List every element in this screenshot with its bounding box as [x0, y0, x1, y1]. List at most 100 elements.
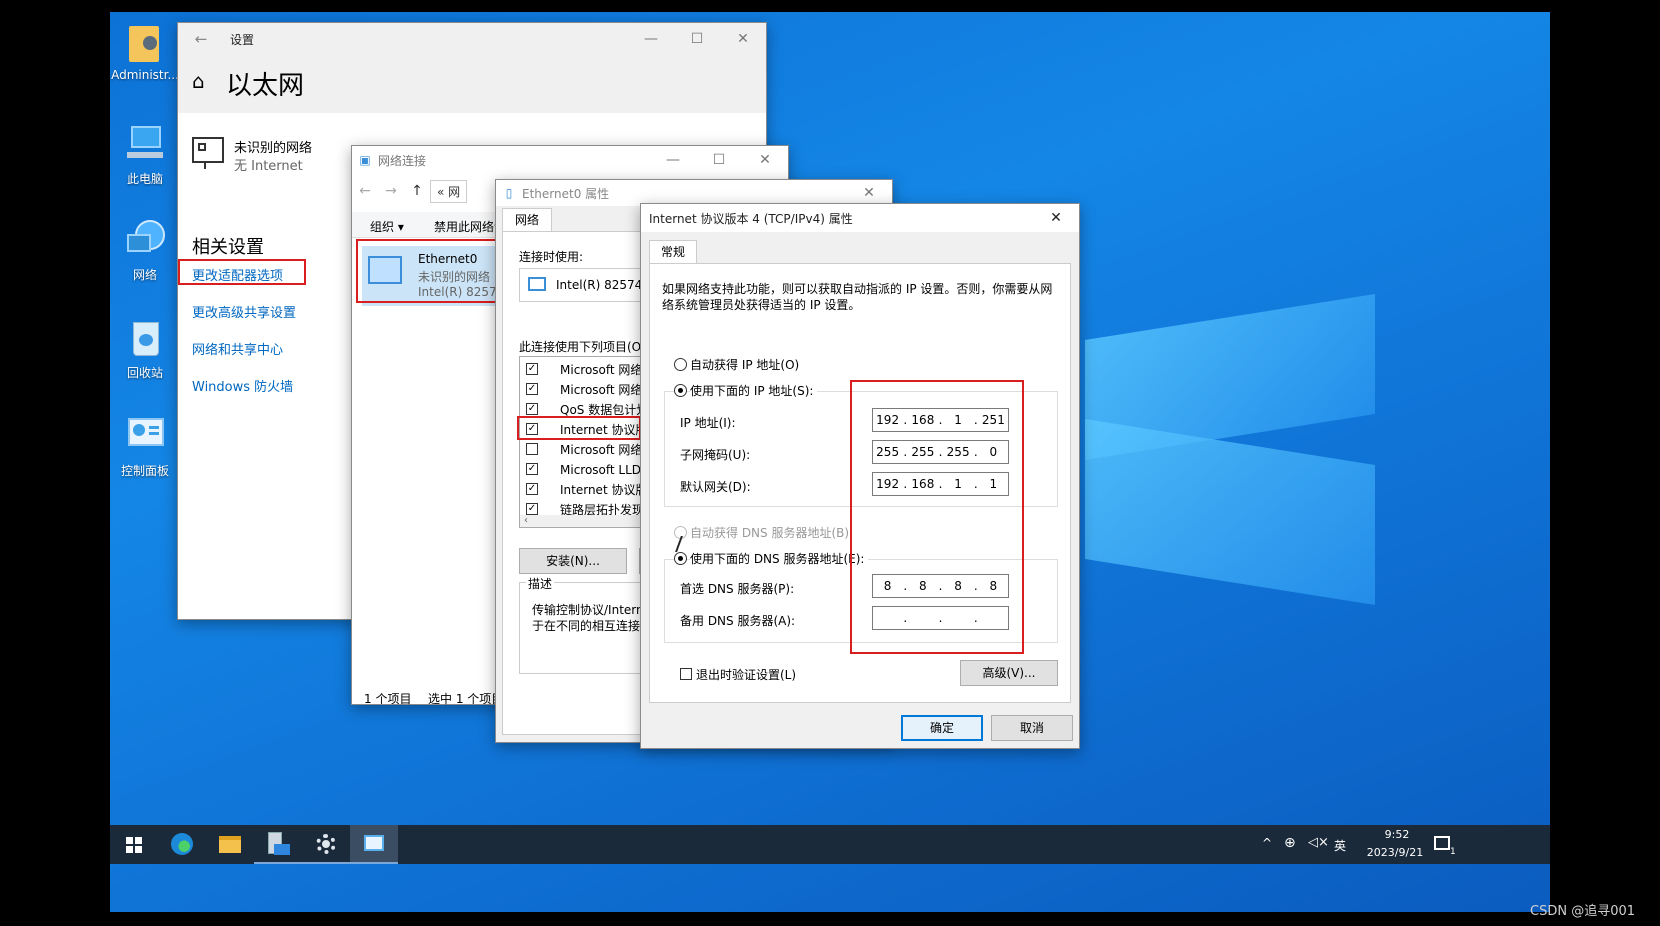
link-advanced-sharing[interactable]: 更改高级共享设置	[192, 302, 296, 321]
home-icon[interactable]: ⌂	[192, 69, 205, 93]
eth-props-window-title: Ethernet0 属性	[522, 186, 610, 201]
desktop-icon-label: 此电脑	[126, 172, 163, 186]
settings-header: ⌂ 以太网	[178, 55, 766, 113]
close-icon[interactable]: ✕	[720, 31, 766, 47]
ipv4-properties-dialog: Internet 协议版本 4 (TCP/IPv4) 属性 ✕ 常规 如果网络支…	[640, 203, 1080, 749]
edge-browser-icon[interactable]	[158, 825, 206, 864]
ethernet-monitor-icon	[192, 137, 224, 169]
desktop-icon-label: Administr...	[111, 68, 179, 82]
volume-muted-icon[interactable]: ◁×	[1308, 835, 1329, 850]
radio-manual-dns[interactable]	[674, 552, 687, 565]
link-windows-firewall[interactable]: Windows 防火墙	[192, 376, 293, 395]
desktop-icon-network[interactable]: 网络	[110, 218, 180, 283]
chevron-up-icon[interactable]: ^	[1262, 836, 1272, 850]
nic-icon	[528, 277, 546, 291]
network-name: 未识别的网络	[234, 141, 313, 156]
taskbar: ^ ⊕ ◁× 英 9:52 2023/9/21 1	[110, 825, 1550, 864]
ipv4-titlebar: Internet 协议版本 4 (TCP/IPv4) 属性 ✕	[641, 204, 1079, 232]
connect-using-label: 连接时使用:	[519, 250, 584, 264]
related-settings-heading: 相关设置	[192, 237, 264, 258]
highlight-box-ip-settings	[850, 380, 1024, 654]
radio-auto-ip[interactable]	[674, 358, 687, 371]
description-line: 传输控制协议/Internet	[532, 603, 656, 617]
desktop-icon-label: 控制面板	[120, 464, 169, 478]
items-label: 此连接使用下列项目(O):	[519, 340, 650, 354]
maximize-icon[interactable]: ☐	[674, 31, 720, 47]
ime-indicator[interactable]: 英	[1334, 837, 1346, 854]
back-arrow-icon[interactable]: ←	[178, 30, 224, 48]
validate-label[interactable]: 退出时验证设置(L)	[696, 666, 796, 683]
network-tray-icon[interactable]: ⊕	[1284, 835, 1296, 851]
alternate-dns-label: 备用 DNS 服务器(A):	[680, 614, 796, 628]
checkbox-item-3[interactable]: ✓	[526, 403, 538, 415]
recycle-bin-icon	[123, 316, 167, 360]
notification-center-icon[interactable]	[1434, 836, 1450, 850]
start-button[interactable]	[110, 825, 158, 864]
tab-general[interactable]: 常规	[649, 240, 697, 264]
settings-window-title: 设置	[230, 32, 255, 47]
settings-titlebar: ← 设置 — ☐ ✕	[178, 23, 766, 55]
minimize-icon[interactable]: —	[628, 31, 674, 47]
auto-dns-label[interactable]: 自动获得 DNS 服务器地址(B)	[690, 524, 849, 541]
description-label: 描述	[526, 575, 555, 592]
up-arrow-icon[interactable]: ↑	[404, 183, 430, 199]
info-text-line: 如果网络支持此功能，则可以获取自动指派的 IP 设置。否则，你需要从网	[662, 282, 1053, 296]
page-title: 以太网	[226, 71, 305, 101]
preferred-dns-label: 首选 DNS 服务器(P):	[680, 582, 795, 596]
address-bar[interactable]: « 网	[430, 179, 468, 203]
control-panel-taskbar-icon[interactable]	[350, 825, 398, 864]
auto-ip-label[interactable]: 自动获得 IP 地址(O)	[690, 356, 799, 373]
desktop-icon-label: 回收站	[126, 366, 163, 380]
radio-manual-ip[interactable]	[674, 384, 687, 397]
gateway-label: 默认网关(D):	[680, 480, 751, 494]
link-network-sharing-center[interactable]: 网络和共享中心	[192, 339, 283, 358]
close-icon[interactable]: ✕	[742, 152, 788, 168]
advanced-button[interactable]: 高级(V)...	[960, 660, 1058, 686]
status-selected-count: 选中 1 个项目	[428, 692, 504, 706]
checkbox-item-1[interactable]: ✓	[526, 363, 538, 375]
clock-date[interactable]: 2023/9/21	[1358, 846, 1432, 859]
network-status: 无 Internet	[234, 159, 303, 174]
settings-gear-icon[interactable]	[302, 825, 350, 864]
close-icon[interactable]: ✕	[1033, 210, 1079, 226]
info-text-line: 络系统管理员处获得适当的 IP 设置。	[662, 298, 861, 312]
organize-menu[interactable]: 组织 ▾	[370, 218, 404, 235]
minimize-icon[interactable]: —	[650, 152, 696, 168]
close-icon[interactable]: ✕	[846, 185, 892, 201]
clock-time[interactable]: 9:52	[1368, 828, 1426, 841]
back-arrow-icon[interactable]: ←	[352, 183, 378, 199]
manual-ip-label[interactable]: 使用下面的 IP 地址(S):	[690, 382, 818, 399]
netconn-window-title: 网络连接	[378, 153, 427, 168]
adapter-small-icon: ▯	[505, 186, 513, 200]
maximize-icon[interactable]: ☐	[696, 152, 742, 168]
forward-arrow-icon[interactable]: →	[378, 183, 404, 199]
desktop-icon-label: 网络	[132, 268, 157, 282]
ipv4-general-panel: 如果网络支持此功能，则可以获取自动指派的 IP 设置。否则，你需要从网 络系统管…	[649, 263, 1071, 703]
checkbox-item-2[interactable]: ✓	[526, 383, 538, 395]
checkbox-item-5[interactable]	[526, 443, 538, 455]
checkbox-item-8[interactable]: ✓	[526, 503, 538, 515]
subnet-mask-label: 子网掩码(U):	[680, 448, 751, 462]
desktop-icon-user[interactable]: Administr...	[110, 20, 180, 82]
desktop-icon-recycle-bin[interactable]: 回收站	[110, 316, 180, 381]
netconn-titlebar: ▣ 网络连接 — ☐ ✕	[352, 146, 788, 174]
highlight-box-ipv4-item	[517, 416, 641, 440]
manual-dns-label[interactable]: 使用下面的 DNS 服务器地址(E):	[690, 550, 869, 567]
validate-checkbox[interactable]	[680, 668, 692, 680]
user-folder-icon	[123, 20, 167, 64]
ip-address-label: IP 地址(I):	[680, 416, 736, 430]
ok-button[interactable]: 确定	[901, 715, 983, 741]
tab-network[interactable]: 网络	[502, 208, 552, 232]
desktop-icon-control-panel[interactable]: 控制面板	[110, 414, 180, 479]
install-button[interactable]: 安装(N)...	[519, 548, 627, 574]
cancel-button[interactable]: 取消	[991, 715, 1073, 741]
server-manager-icon[interactable]	[254, 825, 302, 864]
checkbox-item-7[interactable]: ✓	[526, 483, 538, 495]
logo-pane	[1085, 419, 1375, 605]
ipv4-window-title: Internet 协议版本 4 (TCP/IPv4) 属性	[649, 211, 853, 226]
notification-count: 1	[1450, 847, 1456, 857]
file-explorer-icon[interactable]	[206, 825, 254, 864]
checkbox-item-6[interactable]: ✓	[526, 463, 538, 475]
network-folder-icon: ▣	[359, 153, 371, 167]
desktop-icon-this-pc[interactable]: 此电脑	[110, 122, 180, 187]
